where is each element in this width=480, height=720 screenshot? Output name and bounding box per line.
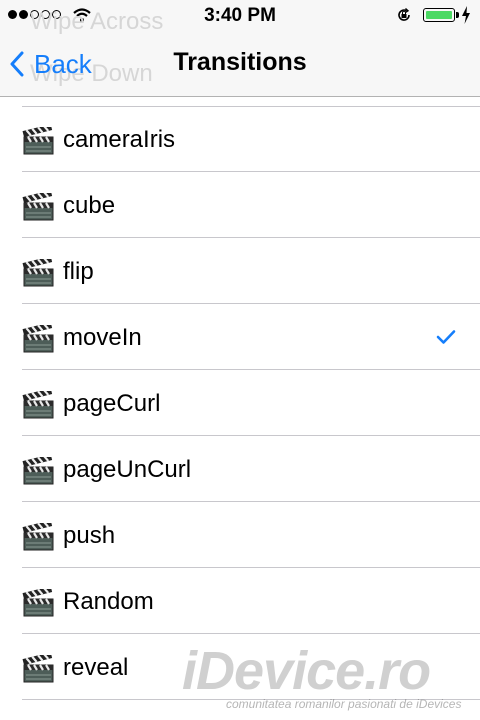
page-title: Transitions [173, 48, 307, 76]
transition-row[interactable]: cameraIris [0, 106, 480, 172]
transition-label: cameraIris [63, 126, 176, 153]
clapperboard-icon [22, 193, 54, 221]
watermark-tagline: comunitatea romanilor pasionati de iDevi… [226, 697, 462, 711]
watermark-logo: iDevice.ro [182, 641, 431, 701]
clapperboard-icon [22, 127, 54, 155]
transition-row[interactable]: pageUnCurl [0, 436, 480, 502]
background-title: Wipe Across [30, 8, 164, 35]
clapperboard-icon [22, 259, 54, 287]
clapperboard-icon [22, 391, 54, 419]
transition-label: cube [63, 192, 116, 219]
navigation-bar: Wipe Across Wipe Down Back Transitions [0, 8, 480, 97]
transition-label: push [63, 522, 116, 549]
transition-label: Random [63, 588, 154, 615]
transition-row[interactable]: Random [0, 568, 480, 634]
clapperboard-icon [22, 523, 54, 551]
transition-label: moveIn [63, 324, 142, 351]
clapperboard-icon [22, 655, 54, 683]
transition-row[interactable]: flip [0, 238, 480, 304]
checkmark-icon [436, 330, 456, 344]
charging-bolt-icon [462, 6, 470, 24]
battery-cap [456, 12, 459, 18]
orientation-lock-icon [398, 7, 410, 21]
clapperboard-icon [22, 589, 54, 617]
transition-label: pageUnCurl [63, 456, 192, 483]
transition-row[interactable]: cube [0, 172, 480, 238]
clapperboard-icon [22, 325, 54, 353]
clapperboard-icon [22, 457, 54, 485]
transition-label: flip [63, 258, 94, 285]
battery-icon [423, 8, 455, 22]
transition-label: reveal [63, 654, 129, 681]
transition-row[interactable]: moveIn [0, 304, 480, 370]
transition-row[interactable]: pageCurl [0, 370, 480, 436]
transition-label: pageCurl [63, 390, 161, 417]
transition-row[interactable]: push [0, 502, 480, 568]
